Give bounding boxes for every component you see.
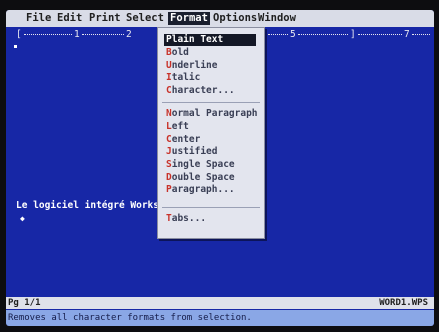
ruler-dots <box>298 34 348 35</box>
hotkey-letter: J <box>166 146 172 157</box>
hotkey-letter: P <box>166 184 172 195</box>
hotkey-letter: B <box>166 47 172 58</box>
ruler-right-margin[interactable]: ] <box>350 29 356 40</box>
ruler-number-2: 2 <box>126 29 132 40</box>
menu-edit[interactable]: Edit <box>55 12 84 25</box>
menu-bar: File Edit Print Select Format Options Wi… <box>6 10 434 27</box>
menu-item-character[interactable]: Character... <box>166 85 235 97</box>
menu-print[interactable]: Print <box>87 12 123 25</box>
hotkey-letter: C <box>166 133 172 145</box>
menu-item-paragraph[interactable]: Paragraph... <box>166 184 235 196</box>
message-bar: Removes all character formats from selec… <box>6 310 434 326</box>
hotkey-letter: S <box>166 159 172 170</box>
cursor-marker <box>14 45 17 48</box>
hotkey-letter: N <box>166 108 172 119</box>
ruler-number-7: 7 <box>404 29 410 40</box>
menu-separator <box>162 207 260 208</box>
ruler-dots <box>268 34 288 35</box>
format-dropdown: Plain Text Bold Underline Italic Charact… <box>157 27 265 239</box>
menu-item-left[interactable]: Left <box>166 121 189 133</box>
ruler-number-1: 1 <box>74 29 80 40</box>
status-bar: Pg 1/1 WORD1.WPS <box>6 297 434 309</box>
menu-separator <box>162 102 260 103</box>
menu-item-bold[interactable]: Bold <box>166 47 189 59</box>
ruler-dots <box>412 34 430 35</box>
hotkey-letter: I <box>166 72 172 83</box>
menu-options[interactable]: Options <box>211 12 259 25</box>
menu-item-tabs[interactable]: Tabs... <box>166 213 206 225</box>
menu-file[interactable]: File <box>24 12 53 25</box>
menu-item-normal-paragraph[interactable]: Normal Paragraph <box>166 108 258 120</box>
end-of-document-marker: ◆ <box>20 214 25 223</box>
menu-window[interactable]: Window <box>256 12 298 25</box>
filename-indicator: WORD1.WPS <box>379 298 428 308</box>
menu-item-double-space[interactable]: Double Space <box>166 172 235 184</box>
ruler-dots <box>82 34 124 35</box>
menu-item-single-space[interactable]: Single Space <box>166 159 235 171</box>
document-text[interactable]: Le logiciel intégré Works <box>16 200 159 211</box>
ruler-dots <box>358 34 402 35</box>
ruler-left-margin[interactable]: [ <box>16 29 22 40</box>
ruler-dots <box>24 34 72 35</box>
menu-item-plain-text[interactable]: Plain Text <box>164 34 256 46</box>
hotkey-letter: U <box>166 59 172 71</box>
menu-select[interactable]: Select <box>124 12 166 25</box>
menu-item-italic[interactable]: Italic <box>166 72 200 84</box>
menu-item-center[interactable]: Center <box>166 134 200 146</box>
menu-format[interactable]: Format <box>168 12 210 25</box>
hotkey-letter: D <box>166 171 172 183</box>
hotkey-letter: L <box>166 121 172 132</box>
menu-item-justified[interactable]: Justified <box>166 146 218 158</box>
help-message: Removes all character formats from selec… <box>8 313 252 323</box>
menu-item-underline[interactable]: Underline <box>166 60 218 72</box>
ruler-number-5: 5 <box>290 29 296 40</box>
hotkey-letter: C <box>166 84 172 96</box>
works-screen: File Edit Print Select Format Options Wi… <box>6 10 434 326</box>
page-indicator: Pg 1/1 <box>8 298 41 308</box>
hotkey-letter: T <box>166 213 172 224</box>
